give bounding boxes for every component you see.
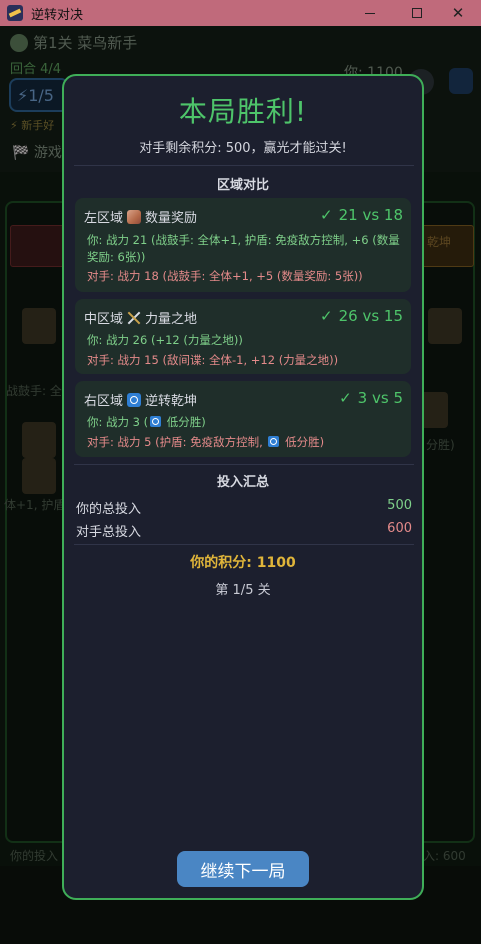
your-total-row: 你的总投入 500 bbox=[76, 498, 412, 517]
your-total-value: 500 bbox=[387, 498, 412, 513]
opp-power-suffix: 低分胜) bbox=[281, 435, 325, 449]
window-title: 逆转对决 bbox=[31, 7, 84, 23]
zone-effect: 逆转乾坤 bbox=[145, 394, 198, 409]
zone-header: 右区域 逆转乾坤 bbox=[84, 390, 197, 409]
zone-name: 右区域 bbox=[84, 394, 124, 409]
zone-effect: 数量奖励 bbox=[145, 211, 198, 226]
zone-effect: 力量之地 bbox=[145, 312, 198, 327]
zone-card-middle: 中区域 力量之地 ✓ 26 vs 15 你: 战力 26 (+12 (力量之地)… bbox=[75, 299, 411, 374]
opponent-power: 对手: 战力 18 (战鼓手: 全体+1, +5 (数量奖励: 5张)) bbox=[87, 269, 363, 283]
maximize-button[interactable] bbox=[394, 0, 440, 26]
close-icon: ✕ bbox=[451, 4, 465, 22]
zone-result: ✓ 3 vs 5 bbox=[339, 389, 403, 407]
your-power: 你: 战力 3 ( 低分胜) bbox=[87, 414, 403, 431]
divider bbox=[74, 165, 414, 166]
opp-total-label: 对手总投入 bbox=[76, 525, 142, 540]
your-power-suffix: 低分胜) bbox=[163, 415, 206, 429]
check-icon: ✓ bbox=[320, 206, 333, 224]
zone-score: 3 vs 5 bbox=[357, 389, 403, 407]
swap-icon bbox=[150, 416, 162, 427]
close-button[interactable]: ✕ bbox=[435, 0, 481, 26]
check-icon: ✓ bbox=[339, 389, 352, 407]
zone-result: ✓ 21 vs 18 bbox=[320, 206, 403, 224]
minimize-button[interactable] bbox=[347, 0, 393, 26]
modal-subtitle: 对手剩余积分: 500，赢光才能过关! bbox=[139, 141, 347, 156]
swap-icon bbox=[127, 392, 142, 407]
opp-total-value: 600 bbox=[387, 521, 412, 536]
app-icon bbox=[7, 5, 23, 21]
divider bbox=[74, 464, 414, 465]
modal-title: 本局胜利! bbox=[178, 95, 308, 128]
zone-card-left: 左区域 数量奖励 ✓ 21 vs 18 你: 战力 21 (战鼓手: 全体+1,… bbox=[75, 198, 411, 292]
your-power-prefix: 你: 战力 3 ( bbox=[87, 415, 149, 429]
zone-score: 26 vs 15 bbox=[338, 307, 403, 325]
opp-total-row: 对手总投入 600 bbox=[76, 521, 412, 540]
zone-score: 21 vs 18 bbox=[338, 206, 403, 224]
compare-title: 区域对比 bbox=[216, 178, 269, 193]
zone-card-right: 右区域 逆转乾坤 ✓ 3 vs 5 你: 战力 3 ( 低分胜) 对手: 战力 … bbox=[75, 381, 411, 457]
zone-header: 左区域 数量奖励 bbox=[84, 207, 197, 226]
summary-title: 投入汇总 bbox=[216, 475, 269, 490]
maximize-icon bbox=[412, 8, 422, 18]
zone-header: 中区域 力量之地 bbox=[84, 308, 197, 327]
minimize-icon bbox=[365, 12, 375, 14]
crate-icon bbox=[127, 209, 142, 224]
victory-modal: 本局胜利! 对手剩余积分: 500，赢光才能过关! 区域对比 左区域 数量奖励 … bbox=[62, 74, 424, 900]
opponent-power: 对手: 战力 5 (护盾: 免疫敌方控制, 低分胜) bbox=[87, 434, 403, 451]
zone-name: 左区域 bbox=[84, 211, 124, 226]
points-display: 你的积分: 1100 bbox=[190, 555, 296, 571]
window-titlebar: 逆转对决 ✕ bbox=[0, 0, 481, 26]
opponent-power: 对手: 战力 15 (敌间谍: 全体-1, +12 (力量之地)) bbox=[87, 353, 339, 367]
swords-icon bbox=[127, 311, 141, 325]
opp-power-prefix: 对手: 战力 5 (护盾: 免疫敌方控制, bbox=[87, 435, 267, 449]
zone-result: ✓ 26 vs 15 bbox=[320, 307, 403, 325]
your-power: 你: 战力 21 (战鼓手: 全体+1, 护盾: 免疫敌方控制, +6 (数量奖… bbox=[87, 233, 400, 264]
continue-button[interactable]: 继续下一局 bbox=[177, 851, 309, 887]
level-progress: 第 1/5 关 bbox=[215, 583, 271, 598]
your-power: 你: 战力 26 (+12 (力量之地)) bbox=[87, 333, 243, 347]
zone-name: 中区域 bbox=[84, 312, 124, 327]
your-total-label: 你的总投入 bbox=[76, 502, 142, 517]
divider bbox=[74, 544, 414, 545]
check-icon: ✓ bbox=[320, 307, 333, 325]
swap-icon bbox=[268, 436, 280, 447]
